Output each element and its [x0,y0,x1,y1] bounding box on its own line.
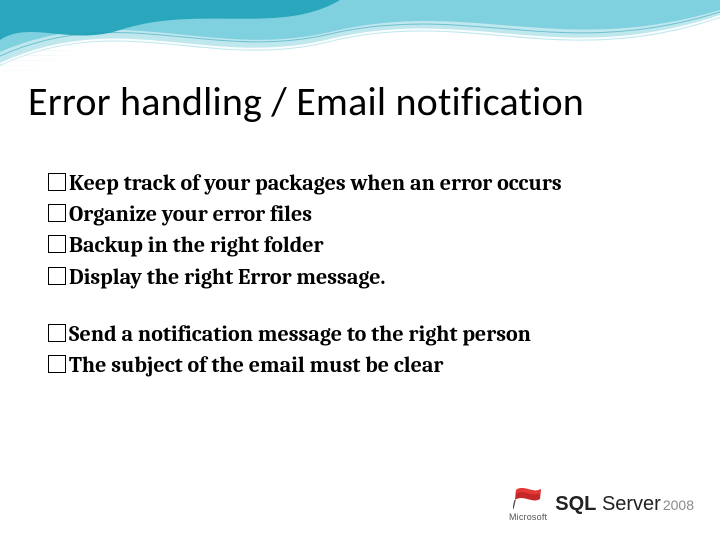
bullet-text: Backup in the right folder [69,230,680,261]
list-item: The subject of the email must be clear [48,350,680,381]
bullet-text: Display the right Error message. [69,262,680,293]
square-bullet-icon [48,355,66,373]
square-bullet-icon [48,235,66,253]
list-item: Display the right Error message. [48,262,680,293]
list-item: Backup in the right folder [48,230,680,261]
slide-title: Error handling / Email notification [28,80,584,124]
logo-mark-wrap: Microsoft [509,486,547,522]
bullet-text: Organize your error files [69,199,680,230]
square-bullet-icon [48,173,66,191]
logo-product: SQL Server2008 [555,493,694,516]
bullet-text: The subject of the email must be clear [69,350,680,381]
list-item: Keep track of your packages when an erro… [48,168,680,199]
sqlserver-flag-icon [513,486,543,510]
bullet-text: Send a notification message to the right… [69,319,680,350]
square-bullet-icon [48,204,66,222]
square-bullet-icon [48,267,66,285]
list-item: Send a notification message to the right… [48,319,680,350]
logo-product-prefix: SQL [555,493,596,515]
product-logo: Microsoft SQL Server2008 [509,486,694,522]
bullet-group-2: Send a notification message to the right… [48,319,680,381]
logo-year: 2008 [663,497,694,513]
list-item: Organize your error files [48,199,680,230]
bullet-group-1: Keep track of your packages when an erro… [48,168,680,293]
square-bullet-icon [48,324,66,342]
logo-product-suffix: Server [602,493,661,515]
logo-vendor: Microsoft [509,512,547,522]
hatch-pattern [0,28,170,76]
slide-body: Keep track of your packages when an erro… [48,168,680,407]
bullet-text: Keep track of your packages when an erro… [69,168,680,199]
